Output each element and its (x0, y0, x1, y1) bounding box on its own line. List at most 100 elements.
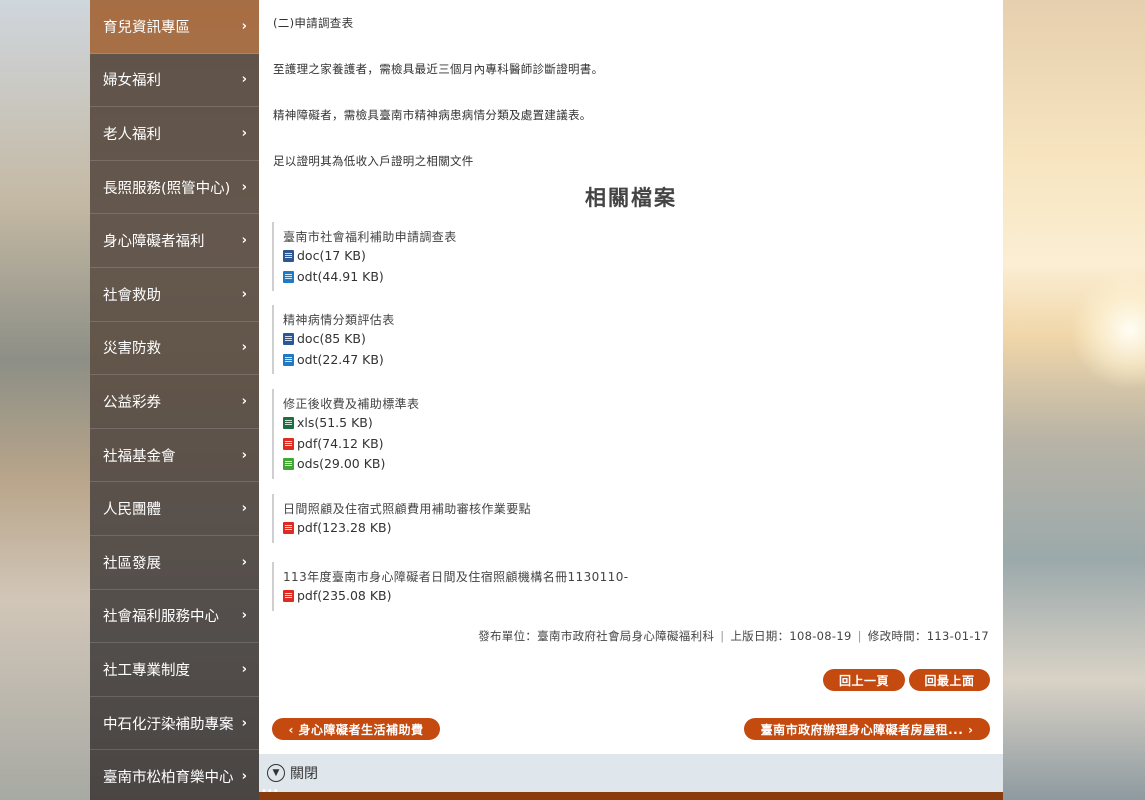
sidebar-item-label: 長照服務(照管中心) (103, 180, 231, 197)
xls-file-icon (283, 417, 294, 430)
chevron-right-icon: › (241, 340, 247, 356)
next-article-button[interactable]: 臺南市政府辦理身心障礙者房屋租... › (744, 718, 990, 740)
file-link-label[interactable]: xls(51.5 KB) (297, 413, 373, 434)
sidebar-item[interactable]: 社會福利服務中心 › (90, 589, 259, 644)
publisher: 發布單位：臺南市政府社會局身心障礙福利科 (478, 629, 715, 643)
file-link-label[interactable]: doc(85 KB) (297, 329, 366, 350)
sidebar-item-label: 社會福利服務中心 (103, 609, 219, 626)
chevron-right-icon: › (241, 501, 247, 517)
chevron-down-icon[interactable]: ▼ (267, 764, 285, 782)
sidebar-item[interactable]: 社工專業制度 › (90, 643, 259, 697)
file-download-link[interactable]: odt(44.91 KB) (283, 267, 992, 288)
top-button[interactable]: 回最上面 (909, 669, 990, 691)
odt-file-icon (283, 353, 294, 366)
bottom-bar: ••• (259, 787, 1003, 800)
sidebar-item-label: 公益彩券 (103, 394, 161, 411)
sidebar-item-label: 臺南市松柏育樂中心 (103, 770, 234, 787)
sidebar: 育兒資訊專區 › 婦女福利 › 老人福利 › 長照服務(照管中心) › 身心障礙者福利 › 社會救助… (90, 0, 259, 800)
sidebar-item[interactable]: 臺南市松柏育樂中心 › (90, 750, 259, 800)
file-download-link[interactable]: pdf(235.08 KB) (283, 586, 992, 607)
file-link-label[interactable]: pdf(235.08 KB) (297, 586, 392, 607)
file-download-link[interactable]: xls(51.5 KB) (283, 413, 992, 434)
sidebar-item[interactable]: 災害防救 › (90, 321, 259, 376)
chevron-right-icon: › (241, 769, 247, 785)
doc-file-icon (283, 250, 294, 263)
sidebar-item-label: 社區發展 (103, 555, 161, 572)
paragraph-3: 精神障礙者，需檢具臺南市精神病患病情分類及處置建議表。 (273, 108, 592, 122)
sidebar-item[interactable]: 社福基金會 › (90, 428, 259, 483)
file-link-label[interactable]: odt(44.91 KB) (297, 267, 384, 288)
chevron-right-icon: › (241, 72, 247, 88)
file-link-label[interactable]: odt(22.47 KB) (297, 350, 384, 371)
sidebar-item[interactable]: 婦女福利 › (90, 53, 259, 108)
ods-file-icon (283, 458, 294, 471)
sidebar-item-label: 身心障礙者福利 (103, 234, 205, 251)
back-button[interactable]: 回上一頁 (823, 669, 905, 691)
sidebar-item[interactable]: 身心障礙者福利 › (90, 214, 259, 268)
doc-file-icon (283, 333, 294, 346)
chevron-right-icon: › (241, 661, 247, 677)
file-download-link[interactable]: ods(29.00 KB) (283, 454, 992, 475)
file-download-link[interactable]: doc(85 KB) (283, 329, 992, 350)
sidebar-item-label: 人民團體 (103, 502, 161, 519)
chevron-right-icon: › (241, 554, 247, 570)
prev-article-button[interactable]: ‹ 身心障礙者生活補助費 (272, 718, 440, 740)
chevron-right-icon: › (241, 233, 247, 249)
ellipsis-icon: ••• (261, 786, 279, 797)
pdf-file-icon (283, 522, 294, 535)
file-download-link[interactable]: pdf(123.28 KB) (283, 518, 992, 539)
chevron-right-icon: › (241, 286, 247, 302)
chevron-right-icon: › (241, 125, 247, 141)
sidebar-item-label: 中石化汙染補助專案 (103, 716, 234, 733)
sidebar-item[interactable]: 社區發展 › (90, 535, 259, 590)
sidebar-item[interactable]: 老人福利 › (90, 107, 259, 161)
file-download-link[interactable]: odt(22.47 KB) (283, 350, 992, 371)
file-link-label[interactable]: pdf(74.12 KB) (297, 434, 384, 455)
file-group: 精神病情分類評估表 doc(85 KB) odt(22.47 KB) (272, 305, 992, 374)
sidebar-item[interactable]: 人民團體 › (90, 482, 259, 536)
publish-meta: 發布單位：臺南市政府社會局身心障礙福利科 | 上版日期：108-08-19 | 修改時間… (478, 628, 989, 644)
main-content: (二)申請調查表 至護理之家養護者，需檢具最近三個月內專科醫師診斷證明書。 精神… (259, 0, 1003, 800)
file-link-label[interactable]: doc(17 KB) (297, 246, 366, 267)
close-bar[interactable]: ▼ 關閉 (259, 754, 1003, 792)
sidebar-item-label: 老人福利 (103, 126, 161, 143)
chevron-right-icon: › (241, 715, 247, 731)
meta-separator: | (857, 629, 862, 643)
close-label[interactable]: 關閉 (290, 763, 318, 783)
paragraph-2: 至護理之家養護者，需檢具最近三個月內專科醫師診斷證明書。 (273, 62, 604, 76)
file-group-title: 臺南市社會福利補助申請調查表 (283, 230, 457, 244)
meta-separator: | (720, 629, 725, 643)
chevron-right-icon: › (241, 393, 247, 409)
background-left (0, 0, 90, 800)
file-link-label[interactable]: pdf(123.28 KB) (297, 518, 392, 539)
odt-file-icon (283, 270, 294, 283)
chevron-right-icon: › (241, 179, 247, 195)
sidebar-item-label: 社會救助 (103, 287, 161, 304)
paragraph-1: (二)申請調查表 (273, 16, 354, 30)
sidebar-item-label: 社工專業制度 (103, 662, 190, 679)
sidebar-item-label: 婦女福利 (103, 73, 161, 90)
file-download-link[interactable]: pdf(74.12 KB) (283, 434, 992, 455)
file-group-title: 113年度臺南市身心障礙者日間及住宿照顧機構名冊1130110- (283, 570, 629, 584)
file-group-title: 精神病情分類評估表 (283, 313, 395, 327)
sidebar-item[interactable]: 育兒資訊專區 › (90, 0, 259, 54)
file-group: 臺南市社會福利補助申請調查表 doc(17 KB) odt(44.91 KB) (272, 222, 992, 291)
sidebar-item[interactable]: 公益彩券 › (90, 375, 259, 429)
chevron-right-icon: › (241, 608, 247, 624)
sidebar-item[interactable]: 長照服務(照管中心) › (90, 160, 259, 215)
paragraph-4: 足以證明其為低收入戶證明之相關文件 (273, 154, 474, 168)
file-link-label[interactable]: ods(29.00 KB) (297, 454, 385, 475)
pdf-file-icon (283, 590, 294, 603)
file-group: 日間照顧及住宿式照顧費用補助審核作業要點 pdf(123.28 KB) (272, 494, 992, 543)
sidebar-item-label: 災害防救 (103, 341, 161, 358)
file-group: 修正後收費及補助標準表 xls(51.5 KB) pdf(74.12 KB) ods(… (272, 389, 992, 479)
pdf-file-icon (283, 437, 294, 450)
related-files-title: 相關檔案 (585, 186, 677, 210)
file-group-title: 日間照顧及住宿式照顧費用補助審核作業要點 (283, 502, 532, 516)
modified-date: 修改時間：113-01-17 (867, 629, 989, 643)
sidebar-item-label: 育兒資訊專區 (103, 19, 190, 36)
published-date: 上版日期：108-08-19 (730, 629, 852, 643)
sidebar-item[interactable]: 社會救助 › (90, 267, 259, 322)
sidebar-item[interactable]: 中石化汙染補助專案 › (90, 696, 259, 751)
file-download-link[interactable]: doc(17 KB) (283, 246, 992, 267)
